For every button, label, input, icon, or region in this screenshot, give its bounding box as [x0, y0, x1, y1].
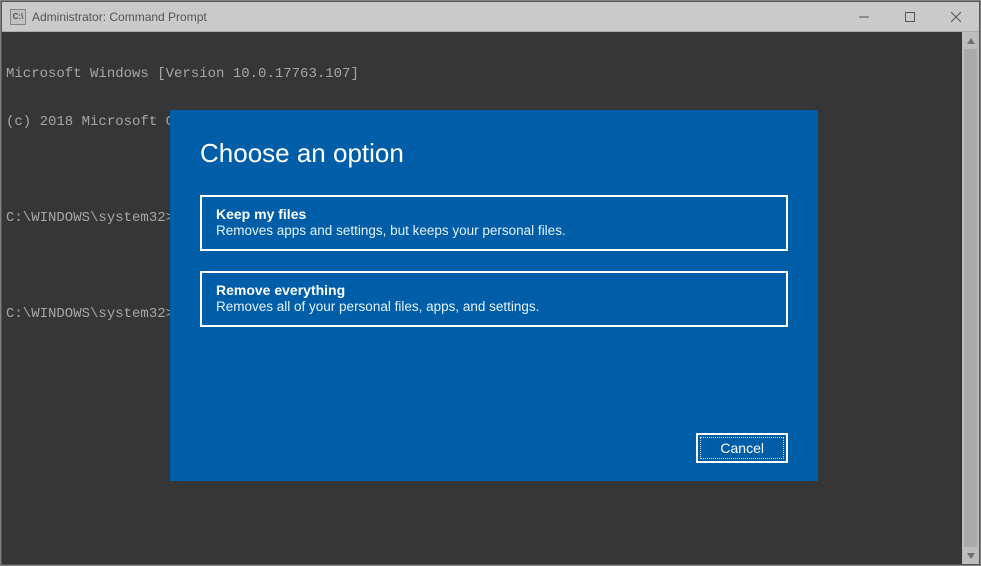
scroll-down-arrow[interactable] [962, 547, 979, 564]
option-keep-my-files[interactable]: Keep my files Removes apps and settings,… [200, 195, 788, 251]
system-reset-dialog: Choose an option Keep my files Removes a… [170, 110, 818, 481]
dialog-title: Choose an option [200, 138, 788, 169]
window-title: Administrator: Command Prompt [32, 10, 207, 24]
cmd-icon: C:\ [10, 9, 26, 25]
chevron-down-icon [967, 553, 975, 559]
chevron-up-icon [967, 38, 975, 44]
minimize-button[interactable] [841, 2, 887, 31]
scroll-up-arrow[interactable] [962, 32, 979, 49]
prompt-prefix: C:\WINDOWS\system32> [6, 210, 174, 226]
maximize-button[interactable] [887, 2, 933, 31]
scroll-thumb[interactable] [964, 49, 977, 547]
cancel-button[interactable]: Cancel [696, 433, 788, 463]
option-description: Removes all of your personal files, apps… [216, 299, 772, 314]
option-title: Keep my files [216, 206, 772, 222]
scroll-track[interactable] [962, 49, 979, 547]
option-title: Remove everything [216, 282, 772, 298]
cmd-window: C:\ Administrator: Command Prompt Micros… [1, 1, 980, 565]
option-remove-everything[interactable]: Remove everything Removes all of your pe… [200, 271, 788, 327]
window-controls [841, 2, 979, 31]
dialog-footer: Cancel [200, 433, 788, 463]
vertical-scrollbar[interactable] [962, 32, 979, 564]
console-line: Microsoft Windows [Version 10.0.17763.10… [6, 66, 975, 82]
close-icon [951, 12, 961, 22]
maximize-icon [905, 12, 915, 22]
minimize-icon [859, 12, 869, 22]
option-description: Removes apps and settings, but keeps you… [216, 223, 772, 238]
close-button[interactable] [933, 2, 979, 31]
titlebar: C:\ Administrator: Command Prompt [2, 2, 979, 32]
